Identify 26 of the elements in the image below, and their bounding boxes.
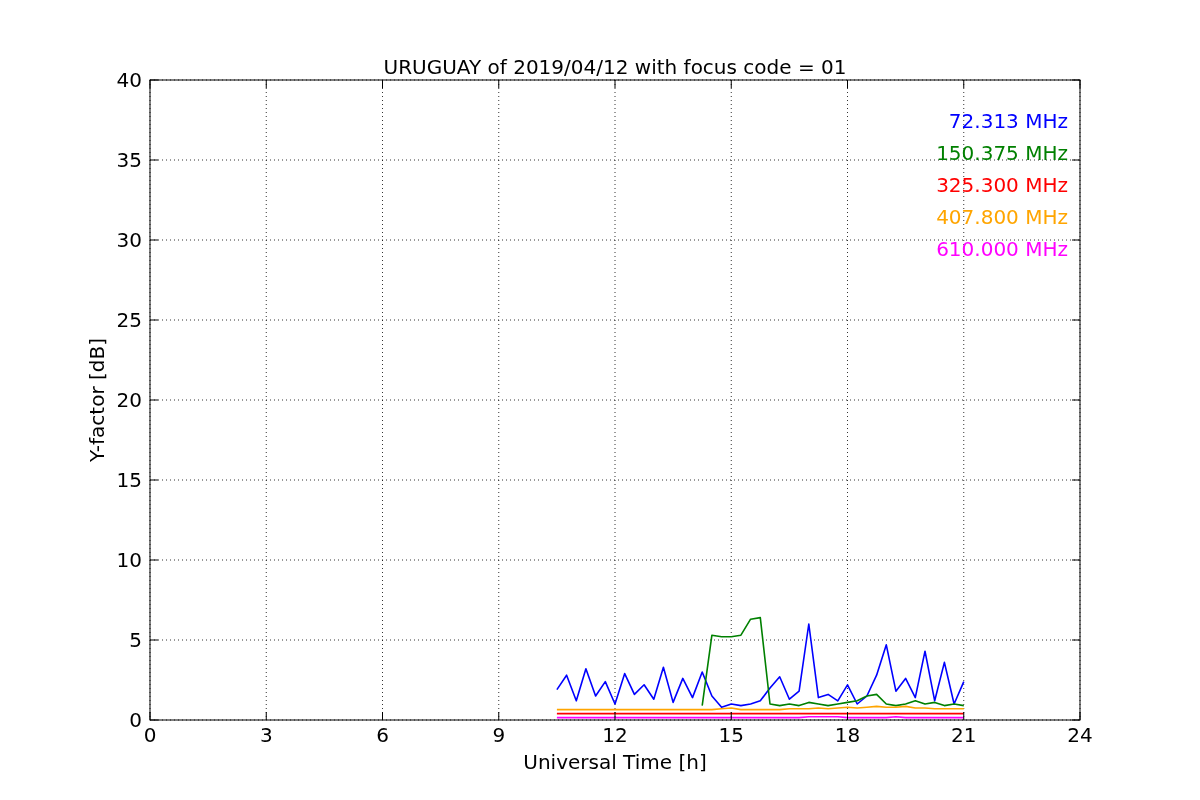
x-tick-label: 24 <box>1067 723 1093 747</box>
legend-entry: 325.300 MHz <box>936 173 1068 197</box>
x-tick-label: 21 <box>951 723 977 747</box>
x-tick-label: 0 <box>143 723 157 747</box>
y-tick-label: 25 <box>116 308 142 332</box>
y-tick-label: 5 <box>129 628 142 652</box>
y-tick-label: 10 <box>116 548 142 572</box>
x-tick-label: 18 <box>834 723 861 747</box>
y-tick-label: 15 <box>116 468 142 492</box>
legend-entry: 407.800 MHz <box>936 205 1068 229</box>
x-tick-label: 3 <box>259 723 273 747</box>
x-tick-label: 12 <box>602 723 628 747</box>
y-tick-label: 30 <box>116 228 142 252</box>
legend-entry: 72.313 MHz <box>948 109 1068 133</box>
y-tick-label: 0 <box>129 708 142 732</box>
x-axis-label: Universal Time [h] <box>523 750 707 774</box>
x-tick-label: 6 <box>376 723 389 747</box>
x-tick-label: 15 <box>718 723 744 747</box>
y-tick-label: 40 <box>116 68 142 92</box>
legend-entry: 610.000 MHz <box>936 237 1068 261</box>
x-tick-label: 9 <box>492 723 506 747</box>
chart-title: URUGUAY of 2019/04/12 with focus code = 01 <box>383 55 847 79</box>
legend-entry: 150.375 MHz <box>936 141 1068 165</box>
y-tick-label: 20 <box>116 388 142 412</box>
y-tick-label: 35 <box>116 148 142 172</box>
y-axis-label: Y-factor [dB] <box>85 338 109 462</box>
